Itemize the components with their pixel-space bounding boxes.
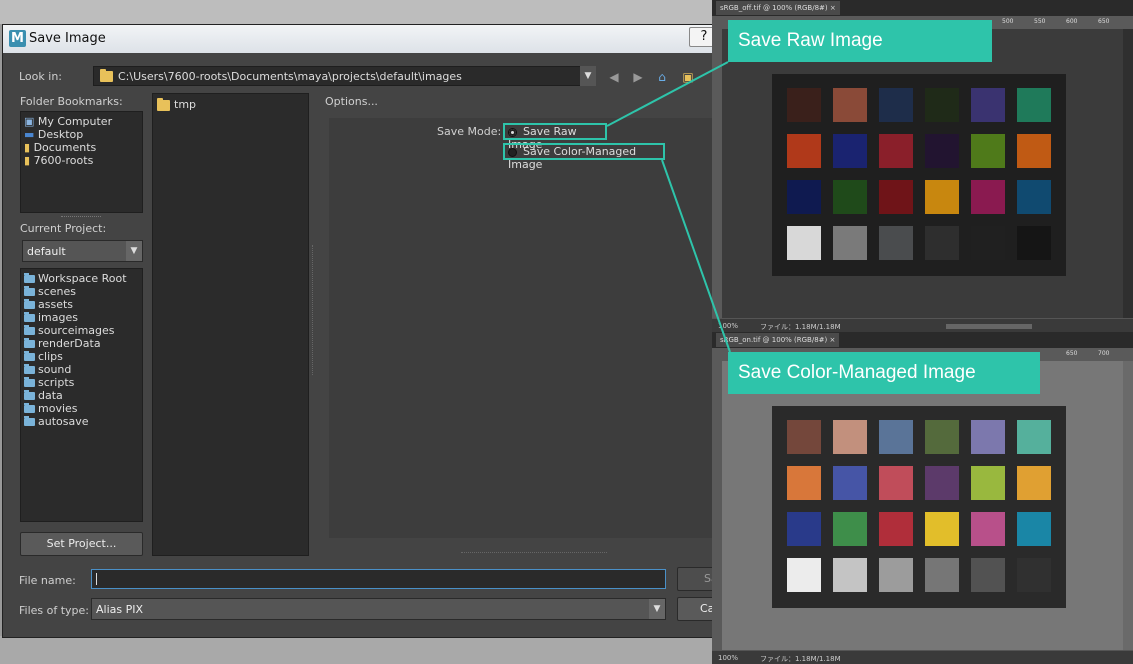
connector-managed bbox=[661, 159, 731, 353]
callout-connectors bbox=[606, 61, 731, 353]
connector-raw bbox=[606, 61, 729, 127]
